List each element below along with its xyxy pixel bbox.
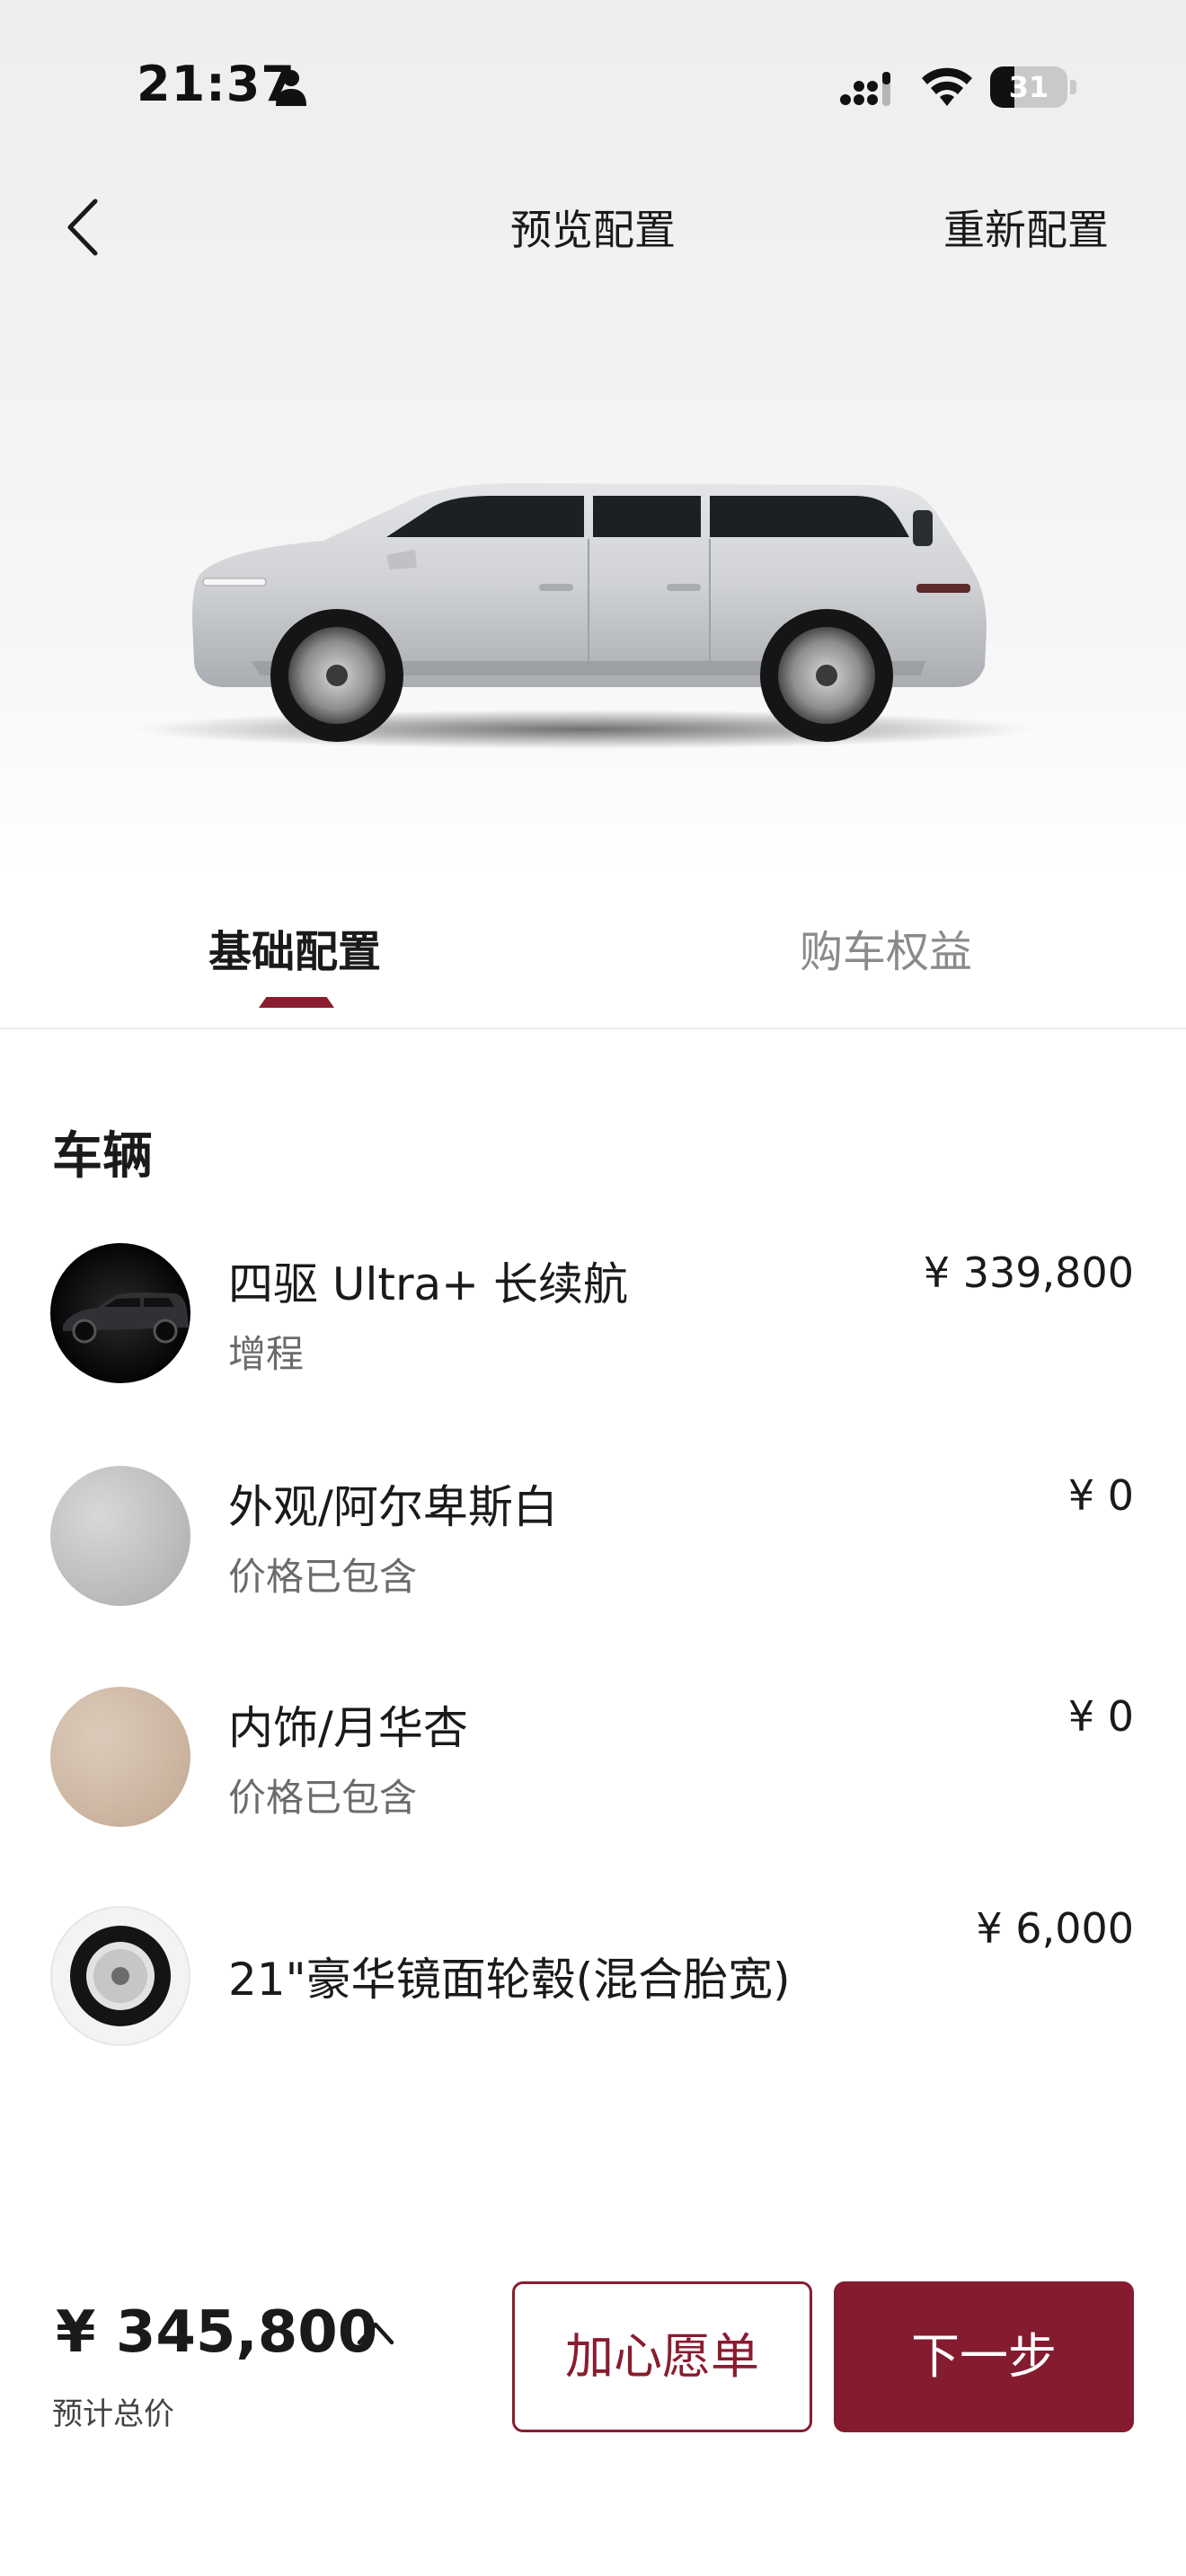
wheel-thumbnail <box>50 1906 190 2046</box>
hero-section: 21:37 31 预览配置 重新配置 <box>0 0 1186 880</box>
back-chevron-icon[interactable] <box>59 196 108 259</box>
tab-active-indicator <box>259 997 334 1008</box>
tab-purchase-benefits[interactable]: 购车权益 <box>800 916 972 979</box>
item-price: ¥ 0 <box>1067 1692 1134 1741</box>
item-name: 内饰/月华杏 <box>228 1702 468 1754</box>
reconfigure-button[interactable]: 重新配置 <box>943 198 1109 257</box>
exterior-color-swatch <box>50 1466 190 1606</box>
page-title: 预览配置 <box>510 206 676 254</box>
battery-icon: 31 <box>990 66 1076 108</box>
tab-bar: 基础配置 购车权益 <box>0 880 1186 1029</box>
vehicle-thumbnail <box>50 1243 190 1383</box>
battery-level: 31 <box>1008 70 1049 104</box>
status-bar: 21:37 31 <box>0 0 1186 171</box>
list-item-exterior: 外观/阿尔卑斯白 价格已包含 ¥ 0 <box>0 1462 1186 1624</box>
chevron-up-icon[interactable] <box>354 2314 397 2350</box>
item-subtitle: 价格已包含 <box>228 1555 418 1599</box>
list-item-interior: 内饰/月华杏 价格已包含 ¥ 0 <box>0 1683 1186 1845</box>
next-step-button[interactable]: 下一步 <box>834 2281 1134 2432</box>
item-name: 外观/阿尔卑斯白 <box>228 1481 558 1533</box>
status-time: 21:37 <box>137 56 296 112</box>
item-subtitle: 价格已包含 <box>228 1776 418 1820</box>
wifi-icon <box>922 67 972 106</box>
list-item-vehicle: 四驱 Ultra+ 长续航 增程 ¥ 339,800 <box>0 1239 1186 1401</box>
item-subtitle: 增程 <box>228 1332 305 1376</box>
list-item-wheel: 21"豪华镜面轮毂(混合胎宽) ¥ 6,000 <box>0 1901 1186 2062</box>
item-price: ¥ 0 <box>1067 1471 1134 1520</box>
item-name: 四驱 Ultra+ 长续航 <box>228 1258 628 1310</box>
item-price: ¥ 339,800 <box>923 1248 1134 1297</box>
signal-icon <box>840 72 890 106</box>
total-price-label: 预计总价 <box>52 2396 174 2432</box>
item-name: 21"豪华镜面轮毂(混合胎宽) <box>228 1954 791 2006</box>
item-price: ¥ 6,000 <box>976 1904 1134 1953</box>
tab-basic-config[interactable]: 基础配置 <box>208 916 381 979</box>
car-image <box>135 483 1033 749</box>
interior-color-swatch <box>50 1687 190 1827</box>
total-price: ¥ 345,800 <box>56 2299 378 2366</box>
add-to-wishlist-button[interactable]: 加心愿单 <box>512 2281 812 2432</box>
person-icon <box>276 70 306 106</box>
section-title: 车辆 <box>52 1127 153 1186</box>
